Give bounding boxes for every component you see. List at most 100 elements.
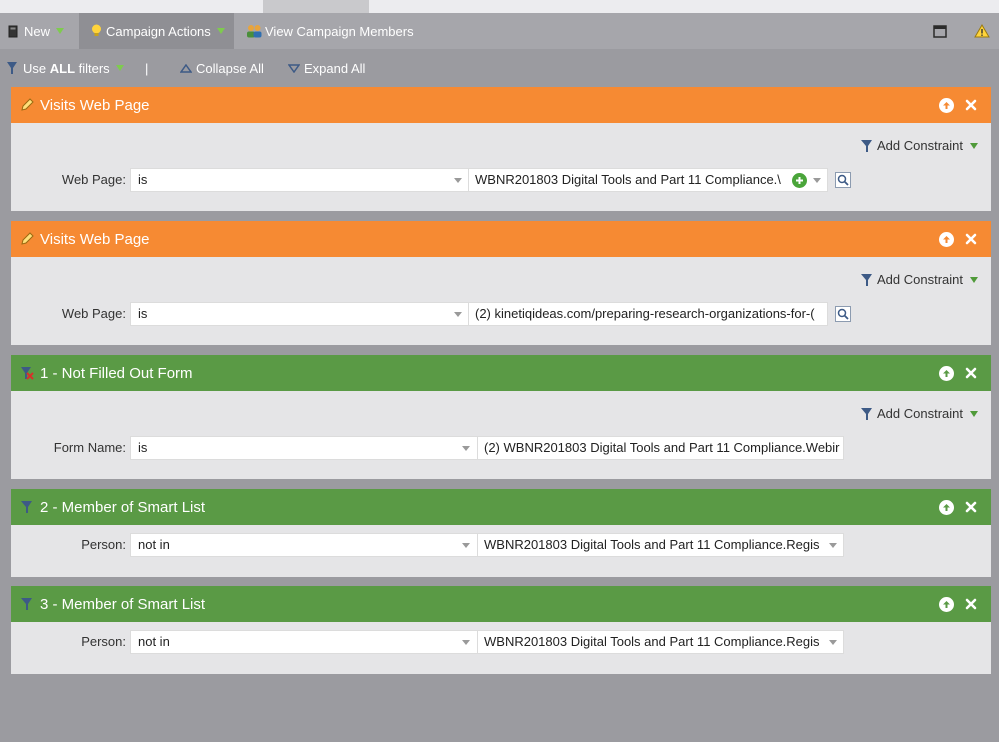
close-icon[interactable] [963, 500, 978, 515]
value-text: (2) kinetiqideas.com/preparing-research-… [475, 306, 815, 321]
chevron-down-icon [115, 65, 124, 71]
expand-triangle-icon [288, 63, 300, 73]
value-select[interactable]: (2) kinetiqideas.com/preparing-research-… [468, 302, 828, 326]
add-constraint-button[interactable]: Add Constraint [860, 272, 978, 287]
use-all-filters-dropdown[interactable]: Use ALL filters [6, 49, 124, 87]
close-icon[interactable] [963, 366, 978, 381]
operator-select[interactable]: is [130, 168, 471, 192]
operator-value: not in [138, 634, 170, 649]
add-constraint-label: Add Constraint [877, 272, 963, 287]
new-menu-button[interactable]: New [0, 13, 70, 49]
move-up-icon[interactable] [939, 231, 954, 247]
view-campaign-members-button[interactable]: View Campaign Members [246, 13, 414, 49]
add-constraint-button[interactable]: Add Constraint [860, 138, 978, 153]
filter-block: Visits Web Page Add Constraint Web Page:… [11, 87, 991, 211]
filter-row: Form Name: is (2) WBNR201803 Digital Too… [11, 436, 991, 460]
move-up-icon[interactable] [939, 97, 954, 113]
move-up-icon[interactable] [939, 365, 954, 381]
collapse-all-label: Collapse All [196, 60, 264, 76]
expand-all-button[interactable]: Expand All [288, 49, 365, 87]
filter-row: Web Page: is (2) kinetiqideas.com/prepar… [11, 302, 991, 326]
campaign-actions-label: Campaign Actions [106, 23, 211, 39]
filter-header[interactable]: Visits Web Page [11, 221, 991, 257]
value-select[interactable]: WBNR201803 Digital Tools and Part 11 Com… [468, 168, 828, 192]
chevron-down-icon [462, 543, 470, 548]
toolbar-separator: | [145, 60, 149, 76]
value-text: WBNR201803 Digital Tools and Part 11 Com… [475, 172, 781, 187]
chevron-down-icon [970, 276, 978, 283]
collapse-all-button[interactable]: Collapse All [180, 49, 264, 87]
add-constraint-button[interactable]: Add Constraint [860, 406, 978, 421]
filter-block: Visits Web Page Add Constraint Web Page:… [11, 221, 991, 345]
value-select[interactable]: WBNR201803 Digital Tools and Part 11 Com… [477, 533, 844, 557]
field-label: Web Page: [61, 172, 126, 187]
filter-block: 2 - Member of Smart List Person: not in … [11, 489, 991, 577]
members-icon [247, 25, 262, 38]
plus-circle-icon[interactable] [792, 173, 807, 188]
top-tab-strip [0, 0, 999, 13]
window-icon[interactable] [931, 13, 949, 49]
move-up-icon[interactable] [939, 499, 954, 515]
value-text: WBNR201803 Digital Tools and Part 11 Com… [484, 537, 820, 552]
filter-title: 3 - Member of Smart List [40, 595, 206, 613]
filter-funnel-icon [861, 139, 872, 152]
chevron-down-icon [970, 142, 978, 149]
close-icon[interactable] [963, 98, 978, 113]
close-icon[interactable] [963, 232, 978, 247]
warning-icon[interactable] [974, 13, 999, 49]
lookup-icon[interactable] [835, 172, 851, 188]
value-select[interactable]: WBNR201803 Digital Tools and Part 11 Com… [477, 630, 844, 654]
not-filter-icon [21, 367, 34, 380]
add-constraint-label: Add Constraint [877, 406, 963, 421]
filter-funnel-icon [861, 273, 872, 286]
chevron-down-icon [829, 640, 837, 645]
filter-header[interactable]: 1 - Not Filled Out Form [11, 355, 991, 391]
chevron-down-icon [813, 178, 821, 183]
lookup-icon[interactable] [835, 306, 851, 322]
value-select[interactable]: (2) WBNR201803 Digital Tools and Part 11… [477, 436, 844, 460]
move-up-icon[interactable] [939, 596, 954, 612]
filter-title: 1 - Not Filled Out Form [40, 364, 193, 382]
campaign-actions-button[interactable]: Campaign Actions [79, 13, 234, 49]
filter-row: Web Page: is WBNR201803 Digital Tools an… [11, 168, 991, 192]
operator-select[interactable]: is [130, 302, 471, 326]
operator-select[interactable]: not in [130, 630, 479, 654]
filter-block: 3 - Member of Smart List Person: not in … [11, 586, 991, 674]
chevron-down-icon [462, 446, 470, 451]
pencil-icon [21, 98, 34, 111]
filter-body: Person: not in WBNR201803 Digital Tools … [11, 525, 991, 577]
use-label-suffix: filters [75, 60, 110, 76]
close-icon[interactable] [963, 597, 978, 612]
add-constraint-label: Add Constraint [877, 138, 963, 153]
filter-header[interactable]: 3 - Member of Smart List [11, 586, 991, 622]
chevron-down-icon [216, 28, 225, 34]
value-text: WBNR201803 Digital Tools and Part 11 Com… [484, 634, 820, 649]
field-label: Person: [81, 537, 126, 552]
filter-funnel-icon [21, 598, 32, 610]
filter-funnel-icon [861, 407, 872, 420]
filter-body: Person: not in WBNR201803 Digital Tools … [11, 622, 991, 674]
filter-header[interactable]: Visits Web Page [11, 87, 991, 123]
operator-value: is [138, 306, 148, 321]
field-label: Person: [81, 634, 126, 649]
field-label: Form Name: [53, 440, 126, 455]
active-page-tab[interactable] [263, 0, 369, 13]
filter-block: 1 - Not Filled Out Form Add Constraint F… [11, 355, 991, 479]
filter-funnel-icon [7, 62, 17, 74]
operator-select[interactable]: is [130, 436, 479, 460]
expand-all-label: Expand All [304, 60, 366, 76]
main-toolbar: New Campaign Actions View Campaign Membe… [0, 13, 999, 49]
filter-body: Add Constraint Web Page: is (2) kinetiqi… [11, 257, 991, 345]
filter-title: Visits Web Page [40, 230, 150, 248]
filter-body: Add Constraint Form Name: is (2) WBNR201… [11, 391, 991, 479]
chevron-down-icon [56, 28, 65, 34]
field-label: Web Page: [61, 306, 126, 321]
operator-value: is [138, 440, 148, 455]
filter-title: 2 - Member of Smart List [40, 498, 206, 516]
filter-header[interactable]: 2 - Member of Smart List [11, 489, 991, 525]
filter-row: Person: not in WBNR201803 Digital Tools … [11, 630, 991, 654]
operator-select[interactable]: not in [130, 533, 479, 557]
filter-title: Visits Web Page [40, 96, 150, 114]
value-text: (2) WBNR201803 Digital Tools and Part 11… [484, 440, 840, 455]
chevron-down-icon [970, 410, 978, 417]
